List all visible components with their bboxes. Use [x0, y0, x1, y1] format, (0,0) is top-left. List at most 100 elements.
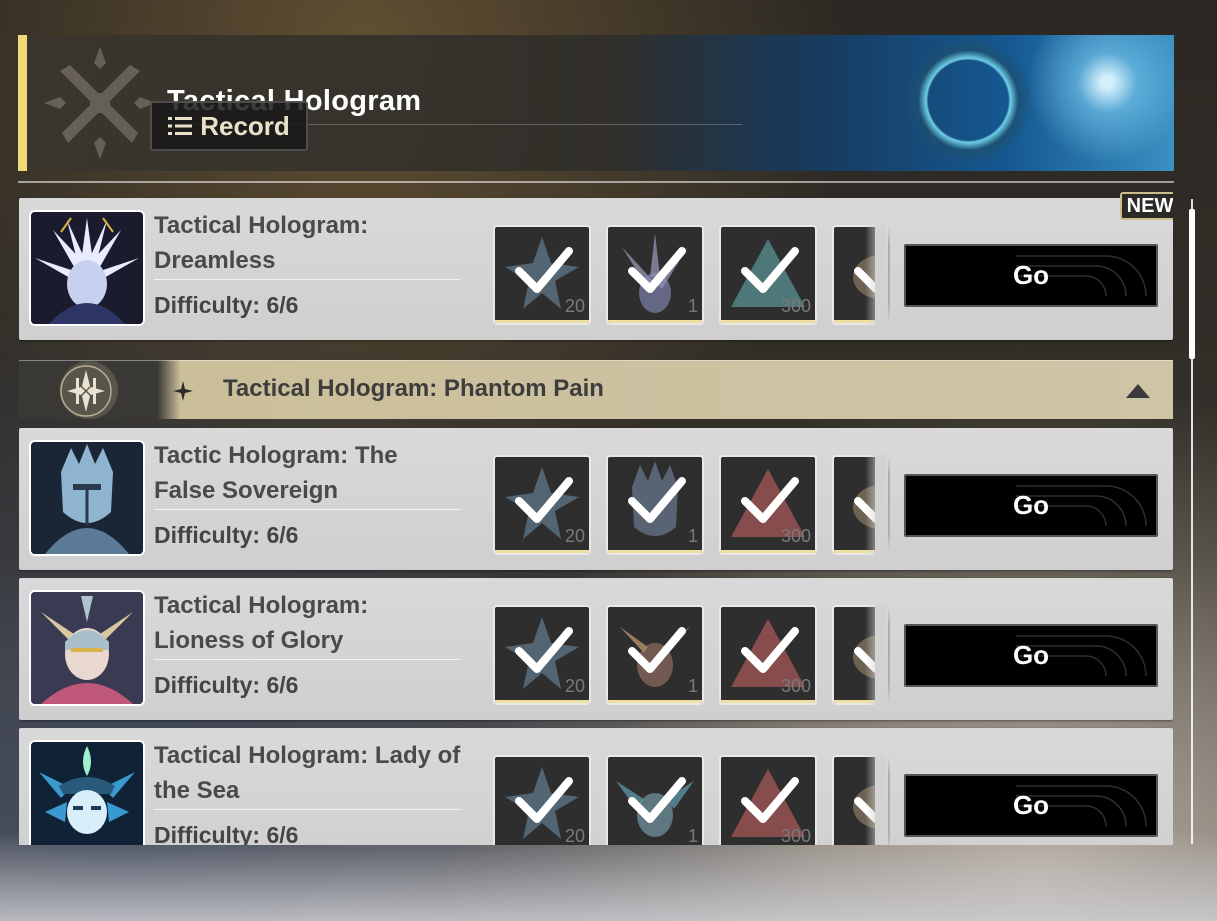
difficulty-label: Difficulty: 6/6 — [154, 292, 299, 318]
header-banner-art — [618, 35, 1174, 171]
card-title: Tactic Hologram: The False Sovereign — [154, 442, 398, 504]
reward-item[interactable]: 20 — [493, 225, 591, 325]
reward-quantity: 1 — [687, 676, 698, 696]
sparkle-icon — [173, 381, 193, 401]
difficulty-label: Difficulty: 6/6 — [154, 672, 299, 698]
checkmark-icon — [628, 477, 686, 523]
difficulty-label: Difficulty: 6/6 — [154, 822, 299, 845]
reward-list: 20 1 300 — [493, 605, 875, 705]
reward-claimed-bar — [495, 700, 589, 703]
card-divider — [154, 659, 461, 660]
reward-claimed-bar — [495, 550, 589, 553]
go-label: Go — [1012, 790, 1050, 820]
vertical-divider — [888, 226, 890, 322]
collapse-arrow-icon[interactable] — [1125, 383, 1151, 399]
checkmark-icon — [741, 247, 799, 293]
vertical-divider — [888, 456, 890, 552]
reward-item[interactable]: 300 — [719, 455, 817, 555]
reward-quantity: 1 — [687, 296, 698, 316]
list-item: Tactical Hologram: Lady of the Sea Diffi… — [19, 728, 1173, 845]
go-button[interactable]: Go — [904, 244, 1158, 307]
reward-fade — [865, 225, 885, 325]
checkmark-icon — [741, 477, 799, 523]
reward-item[interactable]: 1 — [606, 225, 704, 325]
reward-item[interactable]: 1 — [606, 455, 704, 555]
vertical-divider — [888, 756, 890, 845]
difficulty-label: Difficulty: 6/6 — [154, 522, 299, 548]
new-badge: NEW — [1120, 192, 1173, 220]
false-sovereign-portrait — [29, 440, 145, 556]
record-label: Record — [200, 110, 290, 141]
checkmark-icon — [515, 477, 573, 523]
reward-item[interactable]: 20 — [493, 455, 591, 555]
checkmark-icon — [515, 777, 573, 823]
card-title: Tactical Hologram: Lady of the Sea — [154, 742, 461, 804]
reward-quantity: 300 — [780, 526, 811, 546]
reward-item[interactable]: 20 — [493, 755, 591, 845]
card-title: Tactical Hologram: Lioness of Glory — [154, 592, 369, 654]
checkmark-icon — [741, 777, 799, 823]
reward-fade — [865, 455, 885, 555]
crossed-swords-emblem-icon — [44, 47, 156, 159]
reward-claimed-bar — [608, 550, 702, 553]
reward-claimed-bar — [721, 700, 815, 703]
record-button[interactable]: Record — [150, 101, 308, 151]
reward-quantity: 1 — [687, 526, 698, 546]
header-underline — [18, 181, 1174, 183]
checkmark-icon — [628, 777, 686, 823]
list-item: Tactical Hologram: Lioness of Glory Diff… — [19, 578, 1173, 720]
reward-quantity: 20 — [564, 296, 585, 316]
reward-item[interactable]: 1 — [606, 755, 704, 845]
lioness-of-glory-portrait — [29, 590, 145, 706]
card-divider — [154, 279, 461, 280]
reward-claimed-bar — [495, 320, 589, 323]
reward-list: 20 1 300 — [493, 225, 875, 325]
phantom-pain-emblem-icon — [60, 365, 112, 417]
reward-item[interactable]: 300 — [719, 605, 817, 705]
reward-quantity: 20 — [564, 826, 585, 845]
reward-list: 20 1 300 — [493, 455, 875, 555]
reward-item[interactable]: 1 — [606, 605, 704, 705]
reward-item[interactable]: 300 — [719, 755, 817, 845]
go-label: Go — [1012, 490, 1050, 520]
reward-list: 20 1 300 — [493, 755, 875, 845]
go-button[interactable]: Go — [904, 624, 1158, 687]
reward-fade — [865, 755, 885, 845]
card-divider — [154, 809, 461, 810]
checkmark-icon — [628, 627, 686, 673]
card-divider — [154, 509, 461, 510]
scrollbar[interactable] — [1189, 199, 1195, 844]
dreamless-portrait — [29, 210, 145, 326]
reward-item[interactable]: 20 — [493, 605, 591, 705]
go-button[interactable]: Go — [904, 474, 1158, 537]
reward-claimed-bar — [608, 320, 702, 323]
list-icon — [168, 117, 193, 135]
list-item: Tactical Hologram: Dreamless Difficulty:… — [19, 198, 1173, 340]
reward-quantity: 300 — [780, 296, 811, 316]
list-item: Tactic Hologram: The False Sovereign Dif… — [19, 428, 1173, 570]
reward-fade — [865, 605, 885, 705]
reward-claimed-bar — [721, 320, 815, 323]
section-title: Tactical Hologram: Phantom Pain — [223, 375, 604, 402]
go-button[interactable]: Go — [904, 774, 1158, 837]
reward-item[interactable]: 300 — [719, 225, 817, 325]
go-label: Go — [1012, 640, 1050, 670]
reward-quantity: 300 — [780, 676, 811, 696]
reward-quantity: 20 — [564, 676, 585, 696]
reward-claimed-bar — [721, 550, 815, 553]
vertical-divider — [888, 606, 890, 702]
checkmark-icon — [515, 627, 573, 673]
checkmark-icon — [741, 627, 799, 673]
scroll-thumb[interactable] — [1189, 209, 1195, 359]
reward-quantity: 1 — [687, 826, 698, 845]
hologram-list[interactable]: Tactical Hologram: Dreamless Difficulty:… — [19, 190, 1173, 845]
reward-quantity: 300 — [780, 826, 811, 845]
checkmark-icon — [515, 247, 573, 293]
reward-quantity: 20 — [564, 526, 585, 546]
card-title: Tactical Hologram: Dreamless — [154, 212, 369, 274]
go-label: Go — [1012, 260, 1050, 290]
checkmark-icon — [628, 247, 686, 293]
section-header[interactable]: Tactical Hologram: Phantom Pain — [19, 360, 1173, 419]
reward-claimed-bar — [608, 700, 702, 703]
header-accent-bar — [18, 35, 27, 171]
